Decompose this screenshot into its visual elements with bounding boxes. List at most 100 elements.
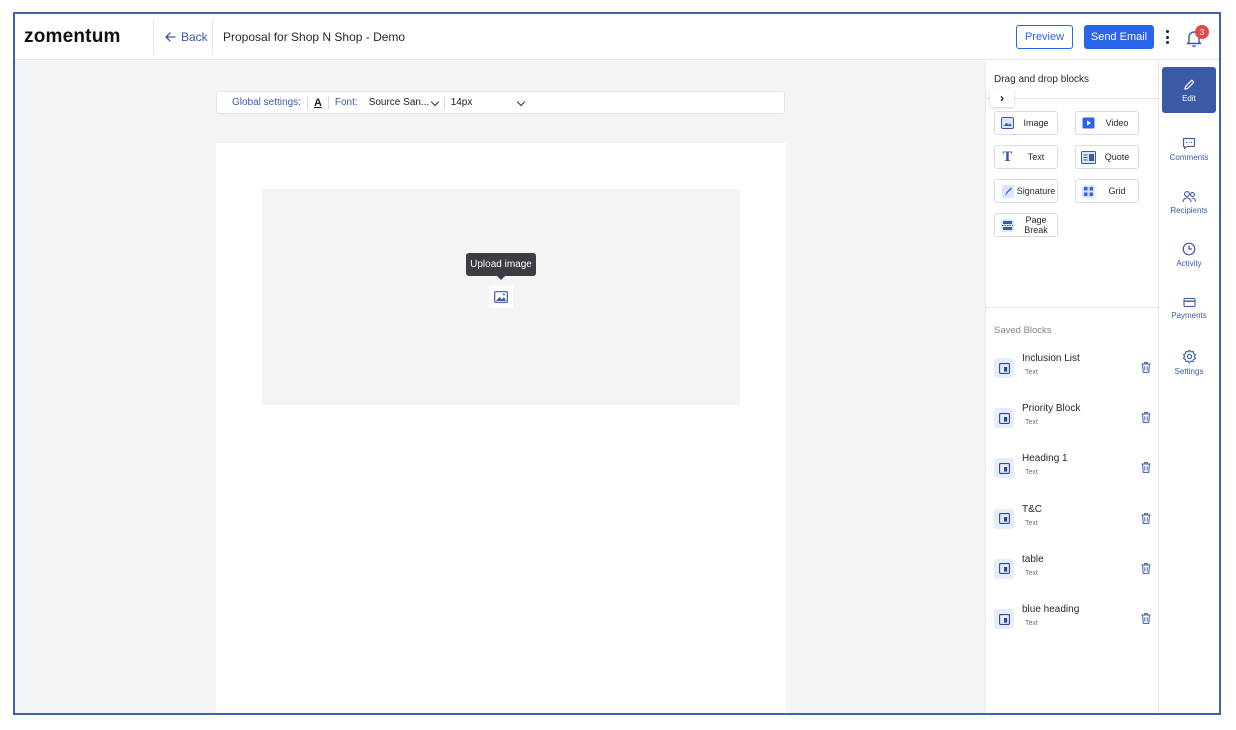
- saved-block-type: Text: [1025, 369, 1038, 376]
- clock-icon: [1182, 242, 1196, 256]
- pencil-icon: [1183, 79, 1194, 90]
- saved-block-type: Text: [1025, 519, 1038, 527]
- text-block-icon: [994, 358, 1014, 378]
- zomentum-logo[interactable]: zomentum: [24, 26, 121, 48]
- block-quote[interactable]: Quote: [1075, 145, 1139, 169]
- trash-icon[interactable]: [1140, 562, 1152, 575]
- saved-block-name: T&C: [1022, 503, 1042, 515]
- saved-block-type: Text: [1025, 469, 1038, 477]
- trash-icon[interactable]: [1140, 361, 1152, 374]
- app-window: zomentum Back Proposal for Shop N Shop -…: [13, 12, 1221, 715]
- block-label: Grid: [1108, 186, 1126, 196]
- rail-edit[interactable]: Edit: [1162, 67, 1216, 113]
- image-icon: [1000, 116, 1015, 131]
- panel-title: Drag and drop blocks: [994, 74, 1090, 85]
- saved-block-name: blue heading: [1022, 604, 1080, 615]
- saved-block-item[interactable]: Priority Block Text: [994, 403, 1154, 439]
- chevron-down-icon: [430, 97, 439, 108]
- saved-blocks-title: Saved Blocks: [994, 325, 1052, 336]
- comment-icon: [1182, 137, 1196, 149]
- trash-icon[interactable]: [1140, 512, 1152, 525]
- saved-block-item[interactable]: table Text: [994, 554, 1154, 590]
- signature-icon: [1000, 184, 1015, 199]
- divider: [153, 20, 154, 54]
- saved-block-item[interactable]: blue heading Text: [994, 604, 1154, 640]
- document-title: Proposal for Shop N Shop - Demo: [223, 30, 406, 44]
- saved-block-name: Priority Block: [1022, 403, 1081, 415]
- blocks-panel: Drag and drop blocks › Image Video T Tex…: [985, 61, 1159, 713]
- global-settings-bar: Global settings: A Font: Source San... 1…: [216, 91, 785, 114]
- rail-label: Settings: [1174, 366, 1204, 376]
- top-bar: zomentum Back Proposal for Shop N Shop -…: [15, 14, 1219, 60]
- rail-comments[interactable]: Comments: [1162, 126, 1216, 172]
- divider: [443, 96, 445, 109]
- image-block-placeholder[interactable]: Upload image: [262, 189, 740, 405]
- saved-block-item[interactable]: T&C Text: [994, 504, 1154, 540]
- block-label: Quote: [1104, 152, 1130, 162]
- saved-block-item[interactable]: Heading 1 Text: [994, 453, 1154, 489]
- block-label: Page Break: [1024, 215, 1048, 235]
- block-label: Image: [1023, 118, 1049, 128]
- rail-recipients[interactable]: Recipients: [1162, 179, 1216, 225]
- font-color-button[interactable]: A: [314, 97, 322, 109]
- block-text[interactable]: T Text: [994, 145, 1058, 169]
- page-break-icon: [1000, 218, 1015, 233]
- font-size-value: 14px: [450, 97, 473, 108]
- collapse-panel-button[interactable]: ›: [990, 89, 1014, 107]
- text-block-icon: [994, 508, 1014, 529]
- text-icon: T: [1002, 149, 1013, 165]
- rail-label: Recipients: [1170, 205, 1208, 215]
- block-page-break[interactable]: Page Break: [994, 213, 1058, 237]
- recipients-icon: [1181, 190, 1196, 202]
- editor-canvas: Global settings: A Font: Source San... 1…: [15, 61, 985, 713]
- font-select[interactable]: Source San...: [358, 97, 444, 108]
- trash-icon[interactable]: [1140, 411, 1152, 424]
- divider: [986, 307, 1159, 308]
- preview-button[interactable]: Preview: [1016, 25, 1073, 49]
- rail-label: Activity: [1176, 259, 1202, 268]
- saved-block-item[interactable]: Inclusion List Text: [994, 353, 1154, 389]
- font-label: Font:: [334, 97, 358, 108]
- trash-icon[interactable]: [1140, 461, 1152, 474]
- divider: [327, 96, 329, 109]
- back-button[interactable]: Back: [165, 30, 208, 44]
- block-signature[interactable]: Signature: [994, 179, 1058, 203]
- document-page: Upload image: [216, 143, 786, 713]
- text-block-icon: [994, 408, 1014, 429]
- font-value: Source San...: [368, 97, 430, 108]
- text-block-icon: [994, 558, 1014, 579]
- block-grid[interactable]: Grid: [1075, 179, 1139, 203]
- block-video[interactable]: Video: [1075, 111, 1139, 135]
- quote-icon: [1081, 150, 1096, 165]
- rail-activity[interactable]: Activity: [1162, 232, 1216, 278]
- grid-icon: [1081, 184, 1096, 199]
- upload-image-button[interactable]: [489, 286, 513, 308]
- rail-settings[interactable]: Settings: [1162, 339, 1216, 385]
- saved-block-type: Text: [1025, 419, 1038, 427]
- rail-label: Payments: [1171, 310, 1207, 320]
- right-rail: Edit Comments Recipients Activity Paymen…: [1158, 61, 1219, 713]
- trash-icon[interactable]: [1140, 612, 1152, 625]
- saved-block-type: Text: [1025, 569, 1038, 577]
- send-email-button[interactable]: Send Email: [1084, 25, 1154, 49]
- arrow-left-icon: [165, 32, 176, 42]
- font-size-select[interactable]: 14px: [450, 97, 525, 108]
- block-label: Signature: [1016, 186, 1056, 196]
- gear-icon: [1182, 349, 1196, 363]
- saved-block-type: Text: [1025, 620, 1038, 627]
- rail-label: Edit: [1182, 93, 1196, 103]
- rail-label: Comments: [1169, 152, 1209, 162]
- logo-text: zomentum: [24, 26, 121, 47]
- divider: [306, 96, 308, 109]
- video-icon: [1081, 116, 1096, 131]
- saved-block-name: Inclusion List: [1022, 353, 1080, 364]
- more-options-icon[interactable]: [1161, 27, 1173, 47]
- text-block-icon: [994, 609, 1014, 629]
- block-label: Video: [1105, 118, 1129, 128]
- notification-badge: 3: [1195, 25, 1209, 39]
- card-icon: [1182, 297, 1196, 307]
- chevron-down-icon: [516, 97, 525, 108]
- rail-payments[interactable]: Payments: [1162, 285, 1216, 331]
- global-settings-label: Global settings:: [232, 97, 301, 108]
- block-image[interactable]: Image: [994, 111, 1058, 135]
